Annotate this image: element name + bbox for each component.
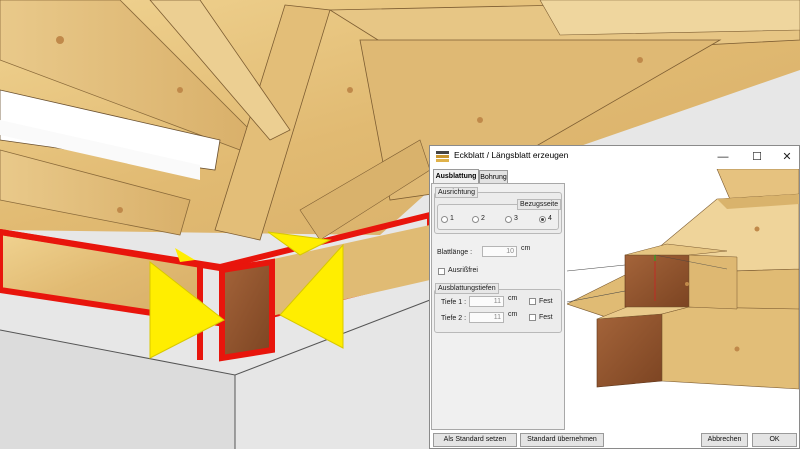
blattlaenge-label: Blattlänge : [437, 249, 473, 256]
maximize-icon[interactable]: ☐ [743, 148, 771, 166]
dialog-titlebar[interactable]: Eckblatt / Längsblatt erzeugen — ☐ ✕ [430, 146, 799, 168]
ok-button[interactable]: OK [752, 433, 797, 447]
ausrissfrei-checkbox[interactable] [438, 268, 445, 275]
radio-option-3[interactable] [505, 216, 512, 223]
radio-option-1[interactable] [441, 216, 448, 223]
close-icon[interactable]: ✕ [773, 148, 800, 166]
tiefe1-unit: cm [508, 295, 518, 302]
tiefe1-label: Tiefe 1 : [441, 299, 467, 306]
bezugsseite-label: Bezugsseite [517, 199, 562, 210]
tiefe2-input[interactable]: 11 [469, 312, 504, 323]
als-standard-setzen-button[interactable]: Als Standard setzen [433, 433, 517, 447]
eckblatt-dialog: Eckblatt / Längsblatt erzeugen — ☐ ✕ Aus… [429, 145, 800, 449]
blattlaenge-unit: cm [521, 245, 531, 252]
tiefe1-fest-label: Fest [539, 298, 553, 305]
dialog-title: Eckblatt / Längsblatt erzeugen [454, 150, 569, 160]
ausblattung-panel: Ausrichtung Bezugsseite 1 2 3 4 Blattlän… [431, 183, 565, 430]
blattlaenge-input[interactable]: 10 [482, 246, 517, 257]
radio-label-2: 2 [481, 215, 485, 222]
tab-bohrung[interactable]: Bohrung [479, 170, 508, 183]
ausrichtung-label: Ausrichtung [435, 187, 478, 198]
app-icon [436, 151, 449, 162]
tiefe1-fest-checkbox[interactable] [529, 298, 536, 305]
tab-ausblattung[interactable]: Ausblattung [433, 169, 479, 183]
radio-option-2[interactable] [472, 216, 479, 223]
tiefe2-fest-label: Fest [539, 314, 553, 321]
standard-uebernehmen-button[interactable]: Standard übernehmen [520, 433, 604, 447]
radio-label-4: 4 [548, 215, 552, 222]
radio-label-3: 3 [514, 215, 518, 222]
radio-option-4[interactable] [539, 216, 546, 223]
ausrissfrei-label: Ausrißfrei [448, 267, 478, 274]
minimize-icon[interactable]: — [709, 148, 737, 166]
radio-label-1: 1 [450, 215, 454, 222]
tiefe2-unit: cm [508, 311, 518, 318]
tiefe2-fest-checkbox[interactable] [529, 314, 536, 321]
joint-preview-viewport[interactable] [567, 169, 799, 429]
tiefe1-input[interactable]: 11 [469, 296, 504, 307]
ausblattungstiefen-label: Ausblattungstiefen [435, 283, 499, 294]
abbrechen-button[interactable]: Abbrechen [701, 433, 748, 447]
tiefe2-label: Tiefe 2 : [441, 315, 467, 322]
